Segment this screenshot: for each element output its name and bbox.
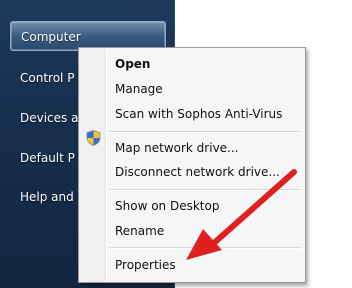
menu-item-disconnect-network-drive[interactable]: Disconnect network drive...: [115, 162, 301, 182]
menu-gutter-divider: [105, 50, 107, 280]
menu-item-properties[interactable]: Properties: [115, 255, 301, 275]
start-item-label: Devices a: [20, 111, 79, 125]
screenshot: Computer Control P Devices a Default P H…: [0, 0, 352, 288]
menu-separator: [109, 189, 301, 191]
menu-item-rename[interactable]: Rename: [115, 221, 301, 241]
menu-icon-gutter: [79, 48, 105, 282]
start-item-label: Control P: [20, 71, 75, 85]
menu-separator: [109, 247, 301, 249]
context-menu: Open Manage Scan with Sophos Anti-Virus …: [78, 47, 306, 283]
menu-item-scan-sophos[interactable]: Scan with Sophos Anti-Virus: [115, 104, 301, 124]
menu-item-map-network-drive[interactable]: Map network drive...: [115, 138, 301, 158]
start-item-label: Help and: [20, 190, 74, 204]
start-item-label: Default P: [20, 151, 75, 165]
uac-shield-icon: [86, 130, 101, 146]
menu-separator: [109, 131, 301, 133]
menu-item-manage[interactable]: Manage: [115, 79, 301, 99]
start-item-label: Computer: [21, 30, 81, 44]
menu-item-show-on-desktop[interactable]: Show on Desktop: [115, 196, 301, 216]
menu-item-open[interactable]: Open: [115, 54, 301, 74]
